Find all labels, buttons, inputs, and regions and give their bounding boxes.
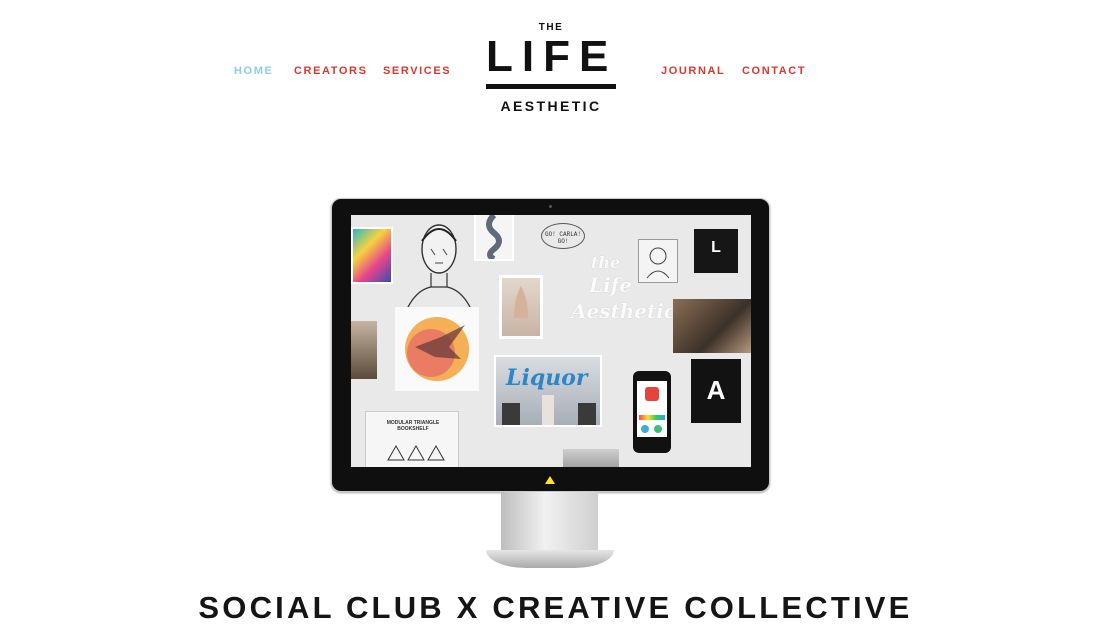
monitor-camera <box>549 205 552 208</box>
speech-bubble-sketch: GO! CARLA! GO! <box>541 223 585 249</box>
watercolor-bird-art <box>395 307 479 391</box>
nav-creators[interactable]: CREATORS <box>294 65 368 77</box>
hand-tattoo-photo <box>499 275 543 339</box>
script-logo-line3: Aesthetic <box>571 299 677 323</box>
hero-tagline: SOCIAL CLUB X CREATIVE COLLECTIVE <box>198 590 913 625</box>
moodboard-collage: GO! CARLA! GO! the Life Aesthetic L Liqu… <box>351 215 751 467</box>
logo-life: LIFE <box>486 32 618 81</box>
braid-photo <box>474 215 514 262</box>
logo-aesthetic: AESTHETIC <box>500 98 602 114</box>
nav-home[interactable]: HOME <box>234 65 273 77</box>
neon-liquor-photo: Liquor <box>494 355 602 427</box>
monitor-stand-base <box>486 550 614 568</box>
logo-divider <box>486 84 616 89</box>
script-logo-line2: Life <box>589 273 632 297</box>
site-logo[interactable]: THE LIFE AESTHETIC <box>486 22 616 118</box>
neon-sign-text: Liquor <box>506 365 588 391</box>
nav-journal[interactable]: JOURNAL <box>661 65 725 77</box>
colorful-character-poster <box>351 227 393 284</box>
black-logo-tile: L <box>694 229 738 273</box>
script-logo-artwork: the Life Aesthetic <box>571 253 676 337</box>
tote-bag-photo: A <box>691 359 741 423</box>
script-logo-line1: the <box>591 253 621 272</box>
cyclist-photo <box>673 299 751 353</box>
nav-contact[interactable]: CONTACT <box>742 65 806 77</box>
nav-services[interactable]: SERVICES <box>383 65 451 77</box>
power-indicator <box>545 476 555 484</box>
bookshelf-card: MODULAR TRIANGLE BOOKSHELF <box>365 411 459 467</box>
studio-photo <box>563 449 619 467</box>
phone-mockup <box>633 371 671 453</box>
portrait-photo <box>351 321 377 379</box>
monitor-stand-neck <box>501 492 598 554</box>
hero-monitor: GO! CARLA! GO! the Life Aesthetic L Liqu… <box>331 198 770 492</box>
